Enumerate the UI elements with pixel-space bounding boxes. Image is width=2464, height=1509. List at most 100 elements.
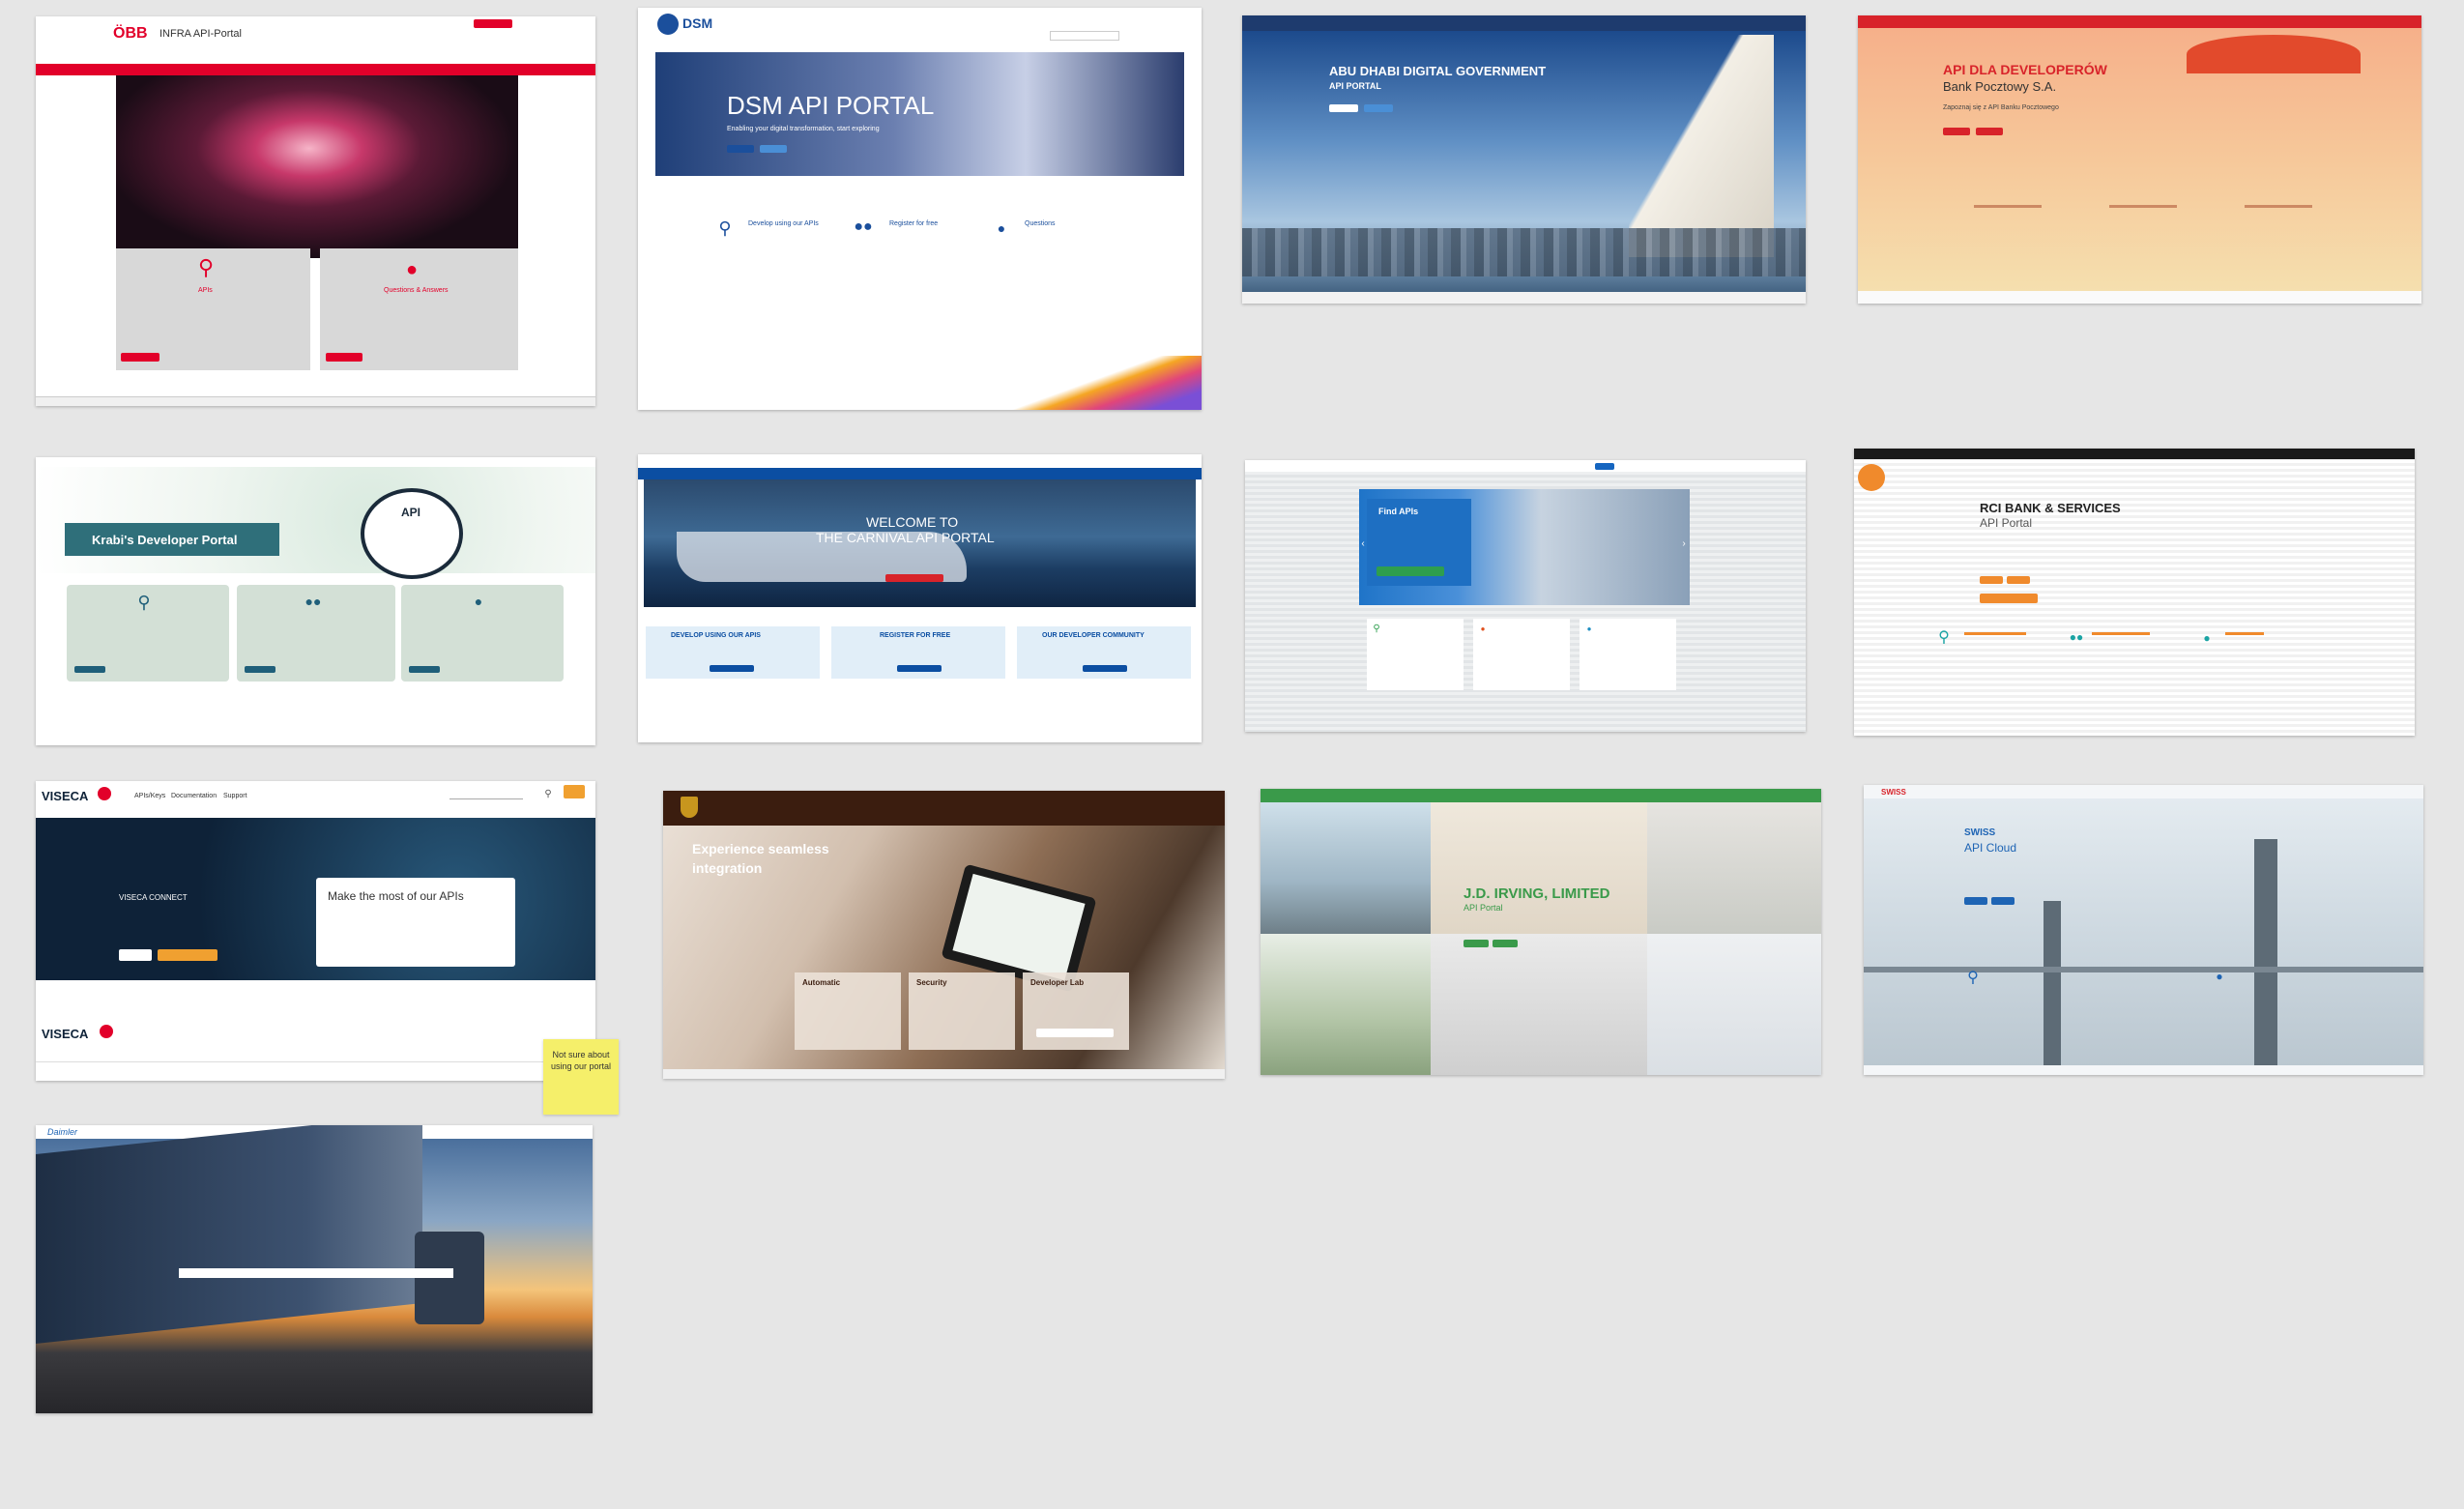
dsm-logo-icon (657, 14, 679, 35)
jdi-tile-ship (1647, 934, 1821, 1075)
thumbnail-dsm-api-portal[interactable]: DSM DSM API PORTAL Enabling your digital… (638, 8, 1202, 410)
pocztowy-register-button[interactable] (1976, 128, 2003, 135)
thumbnail-rci-bank-portal[interactable]: RCI BANK & SERVICES API Portal ⚲ ●● ● (1854, 449, 2415, 736)
dsm-footer-swoosh (928, 356, 1202, 410)
carnival-card-register-button[interactable] (897, 665, 942, 672)
krabi-card-develop-button[interactable] (74, 666, 105, 673)
rci-feature-develop (1964, 632, 2026, 635)
viseca-search-input[interactable] (449, 789, 523, 799)
abudhabi-city-skyline (1242, 228, 1806, 276)
viseca-nav-support[interactable]: Support (223, 793, 247, 799)
krabi-card-questions-button[interactable] (409, 666, 440, 673)
bridge-tower-left (2044, 901, 2061, 1065)
findapis-hero-button[interactable] (1377, 566, 1444, 576)
dsm-hero-subtitle: Enabling your digital transformation, st… (727, 126, 880, 132)
pocztowy-login-button[interactable] (1943, 128, 1970, 135)
thumbnail-truck-portal[interactable]: Daimler (36, 1125, 593, 1413)
oebb-card-qa-button[interactable] (326, 353, 362, 362)
thumbnail-bank-pocztowy-portal[interactable]: API DLA DEVELOPERÓW Bank Pocztowy S.A. Z… (1858, 15, 2421, 304)
rci-register-button[interactable] (2007, 576, 2030, 584)
bridge-hero-subtitle: API Cloud (1964, 841, 2017, 855)
pocztowy-feature-2 (2109, 205, 2177, 208)
dsm-logo: DSM (682, 15, 713, 31)
pocztowy-hero-subtitle: Bank Pocztowy S.A. (1943, 79, 2057, 94)
chat-bubble-icon: ● (2216, 970, 2223, 983)
rci-hero-subtitle: API Portal (1980, 516, 2033, 530)
oebb-login-button[interactable] (474, 19, 512, 28)
jdi-register-button[interactable] (1493, 940, 1518, 947)
viseca-hero-label: VISECA CONNECT (119, 893, 188, 902)
oebb-footer (36, 396, 595, 406)
thumbnail-oebb-infra-portal[interactable]: ÖBB INFRA API-Portal ⚲ APIs ● Questions … (36, 16, 595, 406)
viseca-hero-register-button[interactable] (158, 949, 217, 961)
bridge-register-button[interactable] (1991, 897, 2015, 905)
rci-feature-register (2092, 632, 2150, 635)
chevron-left-icon[interactable]: ‹ (1359, 537, 1367, 549)
abudhabi-signup-button[interactable] (1364, 104, 1393, 112)
chevron-right-icon[interactable]: › (1680, 537, 1688, 549)
thumbnail-jd-irving-portal[interactable]: J.D. IRVING, LIMITED API Portal (1261, 789, 1821, 1075)
users-icon: ● (1480, 624, 1486, 633)
thumbnail-krabi-developer-portal[interactable]: Krabi's Developer Portal API ⚲ ●● ● (36, 457, 595, 745)
pocztowy-feature-1 (1974, 205, 2042, 208)
thumbnail-swiss-api-cloud[interactable]: SWISS SWISS API Cloud ⚲ ● (1864, 785, 2423, 1075)
dsm-hero-signin-button[interactable] (727, 145, 754, 153)
oebb-card-apis-button[interactable] (121, 353, 159, 362)
thumbnail-find-apis-portal[interactable]: Find APIs ‹ › ⚲ ● ● (1245, 460, 1806, 732)
users-icon: ●● (2069, 630, 2084, 644)
jdi-tile-trucks (1261, 802, 1431, 934)
abudhabi-signin-button[interactable] (1329, 104, 1358, 112)
rci-feature-questions (2225, 632, 2264, 635)
dsm-hero-signup-button[interactable] (760, 145, 787, 153)
viseca-nav-apis[interactable]: APIs/Keys (134, 793, 165, 799)
pocztowy-feature-3 (2245, 205, 2312, 208)
carnival-hero-cta-button[interactable] (885, 574, 943, 582)
bridge-signin-button[interactable] (1964, 897, 1987, 905)
thumbnail-ups-developer-portal[interactable]: Experience seamless integration Automati… (663, 791, 1225, 1079)
jdi-tile-hands (1647, 802, 1821, 934)
users-icon: ●● (854, 218, 873, 235)
carnival-hero-line1: WELCOME TO (866, 514, 959, 530)
thumbnail-abu-dhabi-portal[interactable]: ABU DHABI DIGITAL GOVERNMENT API PORTAL (1242, 15, 1806, 304)
pocztowy-hero-tagline: Zapoznaj się z API Banku Pocztowego (1943, 104, 2059, 111)
thumbnail-carnival-api-portal[interactable]: WELCOME TO THE CARNIVAL API PORTAL DEVEL… (638, 454, 1202, 742)
chat-bubble-icon: ● (405, 258, 419, 280)
ups-card-devlab-button[interactable] (1036, 1029, 1114, 1037)
findapis-signin-button[interactable] (1595, 463, 1614, 470)
carnival-nav-bar (638, 468, 1202, 479)
jdi-hero-title: J.D. IRVING, LIMITED (1464, 885, 1610, 902)
dsm-search-box[interactable] (1050, 31, 1119, 41)
viseca-brand-icon (98, 787, 111, 800)
truck-search-bar[interactable] (179, 1268, 453, 1278)
thumbnail-viseca-connect[interactable]: VISECA APIs/Keys Documentation Support ⚲… (36, 781, 595, 1081)
rci-hero-title: RCI BANK & SERVICES (1980, 501, 2121, 515)
abudhabi-sail (1629, 35, 1774, 257)
jdi-signin-button[interactable] (1464, 940, 1489, 947)
truck-logo: Daimler (47, 1127, 78, 1137)
oebb-card-apis-title: APIs (198, 287, 213, 294)
viseca-login-button[interactable] (564, 785, 585, 798)
krabi-card-register-button[interactable] (245, 666, 275, 673)
rci-login-button[interactable] (1980, 576, 2003, 584)
ups-hero-line2: integration (692, 860, 763, 876)
abudhabi-hero-title: ABU DHABI DIGITAL GOVERNMENT (1329, 64, 1547, 78)
search-icon: ⚲ (1373, 623, 1380, 634)
rci-explore-button[interactable] (1980, 594, 2038, 603)
viseca-nav-docs[interactable]: Documentation (171, 793, 217, 799)
viseca-footer-brand-icon (100, 1025, 113, 1038)
pocztowy-hero-title: API DLA DEVELOPERÓW (1943, 62, 2107, 77)
bridge-hero-title: SWISS (1964, 827, 1996, 838)
carnival-card-develop-button[interactable] (710, 665, 754, 672)
sticky-note: Not sure about using our portal (543, 1039, 619, 1115)
bridge-footer (1864, 1065, 2423, 1075)
jdi-nav-bar (1261, 789, 1821, 802)
oebb-nav-bar (36, 64, 595, 75)
oebb-hero-tunnel-image (116, 75, 518, 258)
chat-bubble-icon: ● (1586, 624, 1592, 633)
abudhabi-nav-bar (1242, 15, 1806, 31)
search-icon[interactable]: ⚲ (542, 788, 554, 799)
viseca-hero-signin-button[interactable] (119, 949, 152, 961)
carnival-card-community-button[interactable] (1083, 665, 1127, 672)
ups-card-security-title: Security (916, 978, 947, 987)
chat-bubble-icon: ● (474, 594, 483, 609)
